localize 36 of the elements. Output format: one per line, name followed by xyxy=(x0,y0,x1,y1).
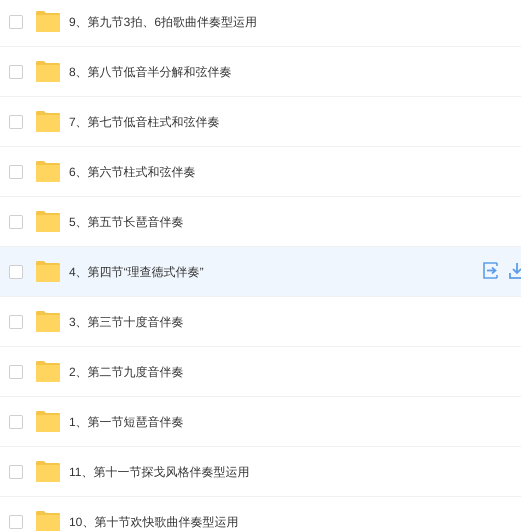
folder-icon xyxy=(36,411,60,432)
checkbox[interactable] xyxy=(9,464,23,478)
folder-icon xyxy=(36,361,60,382)
folder-icon xyxy=(36,511,60,531)
checkbox[interactable] xyxy=(9,164,23,178)
checkbox[interactable] xyxy=(9,514,23,528)
move-icon[interactable] xyxy=(483,262,499,279)
file-name: 2、第二节九度音伴奏 xyxy=(69,364,184,380)
folder-icon xyxy=(36,111,60,132)
file-name: 10、第十节欢快歌曲伴奏型运用 xyxy=(69,514,238,530)
file-name: 3、第三节十度音伴奏 xyxy=(69,314,184,330)
checkbox[interactable] xyxy=(9,314,23,328)
folder-icon xyxy=(36,311,60,332)
checkbox[interactable] xyxy=(9,414,23,428)
file-name: 1、第一节短琶音伴奏 xyxy=(69,414,184,430)
checkbox[interactable] xyxy=(9,64,23,78)
checkbox[interactable] xyxy=(9,14,23,28)
folder-icon xyxy=(36,161,60,182)
file-name: 11、第十一节探戈风格伴奏型运用 xyxy=(69,464,250,480)
folder-icon xyxy=(36,211,60,232)
checkbox[interactable] xyxy=(9,214,23,228)
checkbox[interactable] xyxy=(9,264,23,278)
folder-icon xyxy=(36,461,60,482)
folder-icon xyxy=(36,61,60,82)
checkbox[interactable] xyxy=(9,114,23,128)
file-name: 5、第五节长琶音伴奏 xyxy=(69,214,184,230)
file-name: 8、第八节低音半分解和弦伴奏 xyxy=(69,64,232,80)
file-name: 7、第七节低音柱式和弦伴奏 xyxy=(69,114,220,130)
checkbox[interactable] xyxy=(9,364,23,378)
folder-icon xyxy=(36,11,60,32)
folder-icon xyxy=(36,261,60,282)
file-name: 4、第四节“理查德式伴奏” xyxy=(69,264,204,280)
download-icon[interactable] xyxy=(509,262,521,279)
file-name: 9、第九节3拍、6拍歌曲伴奏型运用 xyxy=(69,14,258,30)
file-name: 6、第六节柱式和弦伴奏 xyxy=(69,164,196,180)
file-row[interactable]: 4、第四节“理查德式伴奏” xyxy=(0,247,521,297)
